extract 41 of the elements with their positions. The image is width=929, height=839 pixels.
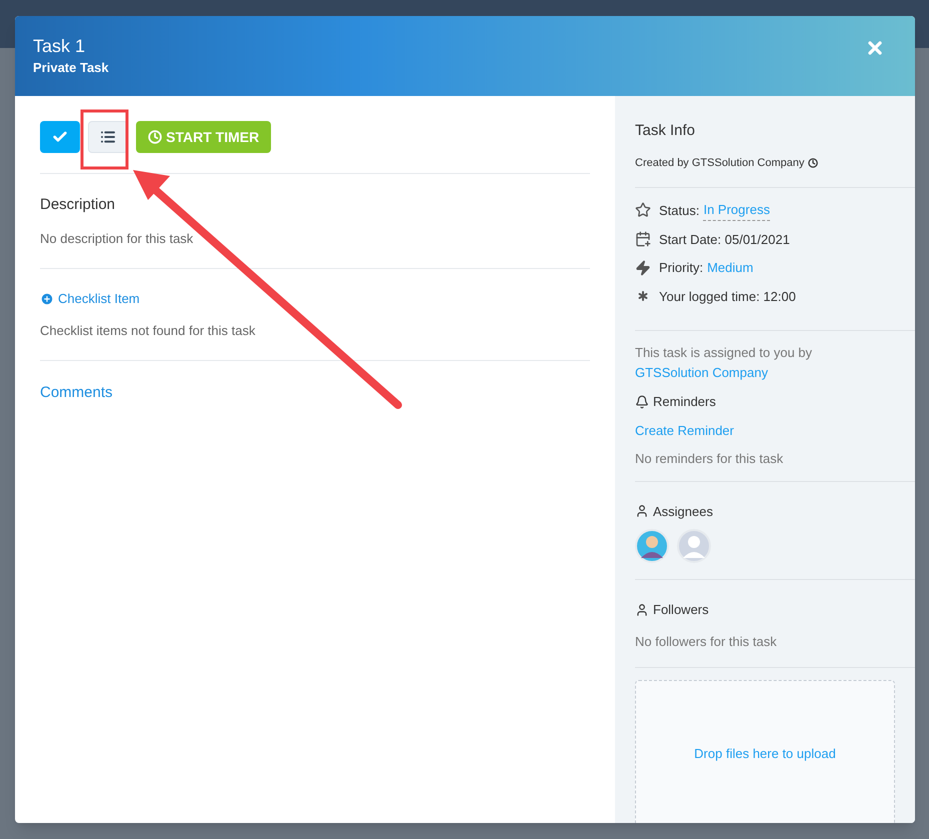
created-by-text: Created by GTSSolution Company: [635, 156, 804, 170]
company-link[interactable]: GTSSolution Company: [635, 365, 768, 380]
followers-empty-text: No followers for this task: [635, 632, 778, 650]
description-text: No description for this task: [40, 230, 194, 248]
star-icon: [635, 202, 651, 218]
start-timer-button[interactable]: START TIMER: [136, 121, 272, 153]
user-icon: [635, 602, 649, 617]
user-icon: [635, 504, 649, 518]
info-label: Status:: [659, 202, 700, 220]
avatar: [635, 529, 669, 563]
clock-icon: [148, 130, 162, 144]
info-value[interactable]: Medium: [707, 258, 754, 278]
highlight-frame: [80, 110, 128, 170]
modal-title: Task 1: [33, 35, 86, 58]
section-heading: Description: [40, 195, 116, 215]
complete-button[interactable]: [40, 121, 80, 153]
file-drop-zone[interactable]: Drop files here to upload: [635, 680, 895, 823]
bell-icon: [635, 394, 649, 409]
checklist-empty-text: Checklist items not found for this task: [40, 322, 256, 340]
create-reminder-link[interactable]: Create Reminder: [635, 420, 915, 440]
lightning-icon: [635, 260, 651, 276]
reminders-heading: Reminders: [653, 393, 716, 411]
plus-icon: [40, 292, 54, 306]
info-label: Your logged time: 12:00: [659, 288, 796, 306]
calendar-icon: [635, 231, 651, 248]
modal-subtitle: Private Task: [33, 59, 109, 77]
info-value[interactable]: In Progress: [703, 200, 770, 220]
assignment-text: This task is assigned to you by GTSSolution Company: [635, 344, 814, 382]
assignees-heading: Assignees: [653, 502, 713, 521]
checklist-button[interactable]: [88, 121, 128, 153]
reminders-empty-text: No reminders for this task: [635, 450, 784, 468]
drop-zone-text: Drop files here to upload: [694, 745, 836, 764]
list-icon: [100, 129, 116, 145]
info-label: Start Date: 05/01/2021: [659, 230, 790, 248]
followers-heading: Followers: [653, 601, 709, 619]
info-label: Priority:: [659, 259, 704, 277]
task-info-heading: Task Info: [635, 121, 696, 141]
comments-heading[interactable]: Comments: [40, 384, 113, 401]
avatar: [677, 529, 711, 563]
add-checklist-link[interactable]: Checklist Item: [40, 289, 590, 308]
clock-icon: [808, 158, 818, 168]
